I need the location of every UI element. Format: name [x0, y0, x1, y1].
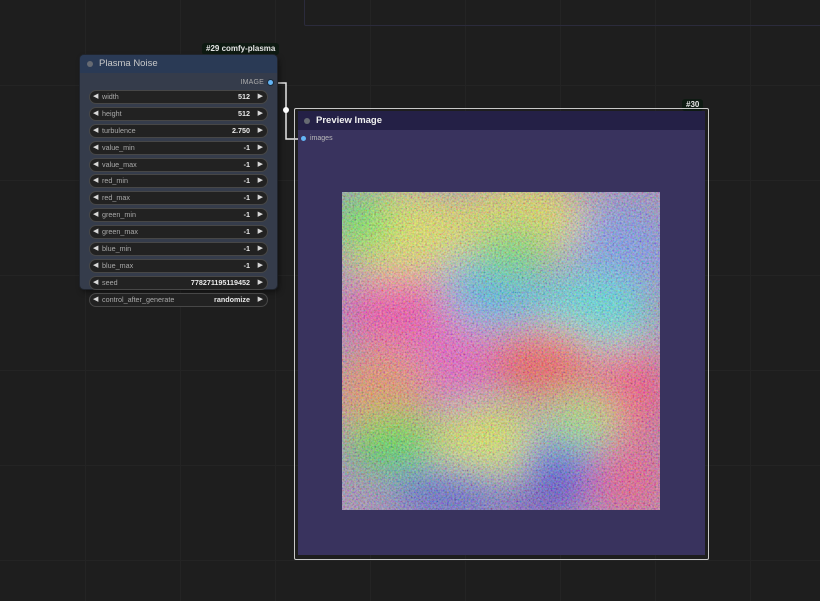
widget-value[interactable]: -1 [244, 159, 250, 171]
decrement-arrow-icon[interactable]: ◀ [93, 91, 98, 103]
widget-value[interactable]: -1 [244, 260, 250, 272]
widget-value[interactable]: -1 [244, 142, 250, 154]
widget-value-max[interactable]: ◀ value_max -1 ▶ [89, 157, 268, 172]
increment-arrow-icon[interactable]: ▶ [258, 260, 263, 272]
decrement-arrow-icon[interactable]: ◀ [93, 294, 98, 306]
increment-arrow-icon[interactable]: ▶ [258, 175, 263, 187]
widget-blue-max[interactable]: ◀ blue_max -1 ▶ [89, 258, 268, 273]
decrement-arrow-icon[interactable]: ◀ [93, 192, 98, 204]
widget-red-min[interactable]: ◀ red_min -1 ▶ [89, 174, 268, 189]
widget-seed[interactable]: ◀ seed 778271195119452 ▶ [89, 275, 268, 290]
widget-value[interactable]: -1 [244, 243, 250, 255]
widget-value[interactable]: 512 [238, 91, 250, 103]
decrement-arrow-icon[interactable]: ◀ [93, 175, 98, 187]
increment-arrow-icon[interactable]: ▶ [258, 91, 263, 103]
widget-label: value_min [102, 142, 135, 152]
widget-width[interactable]: ◀ width 512 ▶ [89, 90, 268, 104]
decrement-arrow-icon[interactable]: ◀ [93, 142, 98, 154]
decrement-arrow-icon[interactable]: ◀ [93, 260, 98, 272]
collapse-dot-icon[interactable] [87, 61, 93, 67]
input-slot-images[interactable] [301, 136, 306, 141]
decrement-arrow-icon[interactable]: ◀ [93, 277, 98, 289]
widget-value[interactable]: -1 [244, 192, 250, 204]
decrement-arrow-icon[interactable]: ◀ [93, 243, 98, 255]
increment-arrow-icon[interactable]: ▶ [258, 159, 263, 171]
plasma-noise-node[interactable]: Plasma Noise IMAGE ◀ width 512 ▶ ◀ height 512 ▶… [80, 55, 277, 307]
widget-label: height [102, 108, 122, 118]
widget-label: seed [102, 277, 118, 287]
increment-arrow-icon[interactable]: ▶ [258, 108, 263, 120]
node-title-bar[interactable]: Preview Image [298, 111, 705, 130]
decrement-arrow-icon[interactable]: ◀ [93, 209, 98, 221]
widget-green-min[interactable]: ◀ green_min -1 ▶ [89, 208, 268, 223]
preview-image[interactable] [342, 192, 660, 510]
preview-image-node[interactable]: Preview Image images [298, 111, 705, 555]
widget-value[interactable]: -1 [244, 175, 250, 187]
widget-list: ◀ width 512 ▶ ◀ height 512 ▶ ◀ turbulence 2.750 ▶ ◀ v… [89, 90, 268, 310]
input-slot-label: images [310, 135, 333, 142]
node-title: Preview Image [316, 115, 383, 126]
increment-arrow-icon[interactable]: ▶ [258, 192, 263, 204]
increment-arrow-icon[interactable]: ▶ [258, 243, 263, 255]
node-title: Plasma Noise [99, 58, 158, 69]
widget-label: red_max [102, 193, 130, 203]
widget-value-min[interactable]: ◀ value_min -1 ▶ [89, 140, 268, 155]
widget-label: green_max [102, 227, 138, 237]
widget-value[interactable]: 2.750 [232, 125, 250, 137]
increment-arrow-icon[interactable]: ▶ [258, 209, 263, 221]
widget-value[interactable]: -1 [244, 226, 250, 238]
increment-arrow-icon[interactable]: ▶ [258, 226, 263, 238]
widget-label: blue_min [102, 244, 132, 254]
widget-turbulence[interactable]: ◀ turbulence 2.750 ▶ [89, 123, 268, 138]
widget-value[interactable]: 512 [238, 108, 250, 120]
decrement-arrow-icon[interactable]: ◀ [93, 159, 98, 171]
collapse-dot-icon[interactable] [304, 118, 310, 124]
widget-height[interactable]: ◀ height 512 ▶ [89, 106, 268, 121]
widget-value[interactable]: 778271195119452 [191, 277, 250, 289]
widget-label: value_max [102, 159, 137, 169]
widget-green-max[interactable]: ◀ green_max -1 ▶ [89, 225, 268, 240]
widget-control-after-generate[interactable]: ◀ control_after_generate randomize ▶ [89, 292, 268, 307]
output-slot-label: IMAGE [240, 79, 264, 86]
widget-red-max[interactable]: ◀ red_max -1 ▶ [89, 191, 268, 206]
widget-value[interactable]: randomize [214, 294, 250, 306]
widget-label: green_min [102, 210, 136, 220]
widget-value[interactable]: -1 [244, 209, 250, 221]
increment-arrow-icon[interactable]: ▶ [258, 294, 263, 306]
widget-label: red_min [102, 176, 128, 186]
increment-arrow-icon[interactable]: ▶ [258, 125, 263, 137]
widget-label: control_after_generate [102, 294, 175, 304]
decrement-arrow-icon[interactable]: ◀ [93, 226, 98, 238]
group-frame [304, 0, 820, 26]
increment-arrow-icon[interactable]: ▶ [258, 277, 263, 289]
output-slot-image[interactable] [268, 80, 273, 85]
widget-label: width [102, 92, 119, 101]
decrement-arrow-icon[interactable]: ◀ [93, 125, 98, 137]
widget-label: blue_max [102, 260, 134, 270]
increment-arrow-icon[interactable]: ▶ [258, 142, 263, 154]
node-id-badge: #29 comfy-plasma [202, 43, 280, 55]
widget-label: turbulence [102, 125, 136, 135]
decrement-arrow-icon[interactable]: ◀ [93, 108, 98, 120]
node-title-bar[interactable]: Plasma Noise [80, 55, 277, 73]
widget-blue-min[interactable]: ◀ blue_min -1 ▶ [89, 242, 268, 257]
